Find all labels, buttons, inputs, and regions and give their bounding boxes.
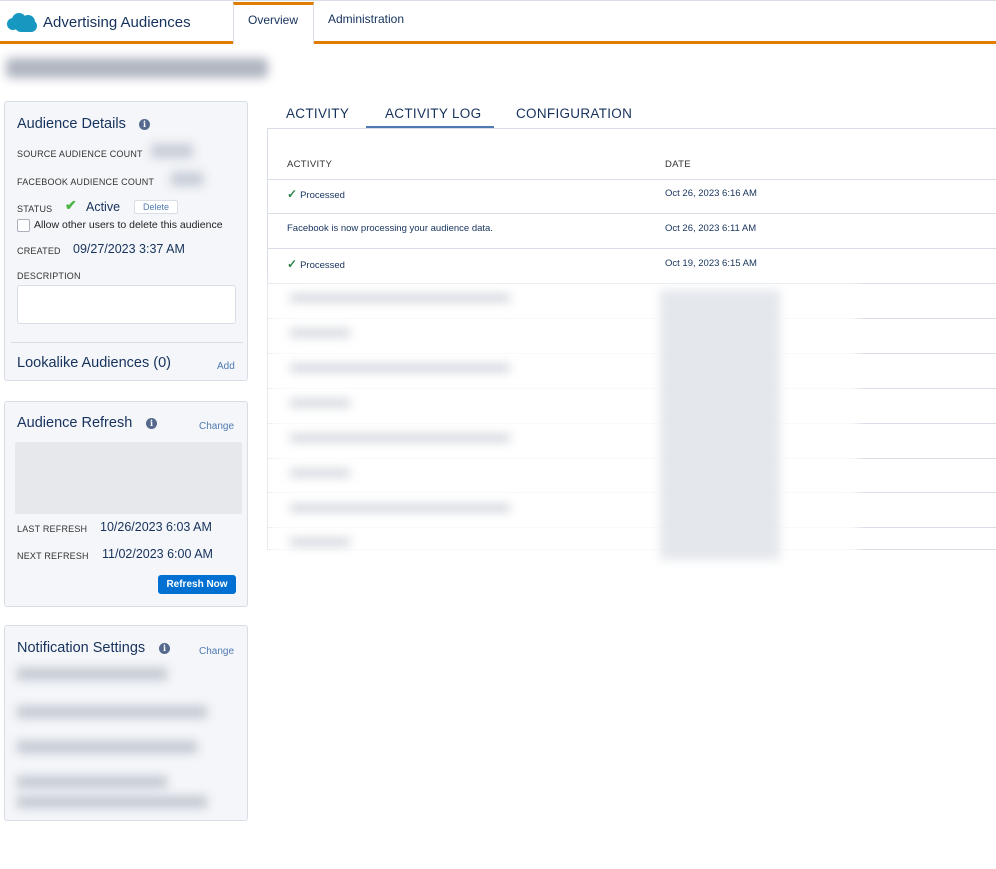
table-row-date: Oct 26, 2023 6:11 AM bbox=[665, 223, 757, 234]
redacted-row bbox=[290, 434, 510, 442]
redacted-row bbox=[290, 294, 510, 302]
audience-details-panel: Audience Details i SOURCE AUDIENCE COUNT… bbox=[4, 101, 248, 381]
redacted-row bbox=[290, 329, 350, 337]
change-notifications-link[interactable]: Change bbox=[199, 646, 234, 657]
next-refresh-label: NEXT REFRESH bbox=[17, 551, 89, 561]
refresh-schedule-redacted bbox=[15, 442, 242, 514]
audience-refresh-title: Audience Refresh bbox=[17, 415, 133, 431]
refresh-now-button[interactable]: Refresh Now bbox=[158, 575, 236, 594]
facebook-count-label: FACEBOOK AUDIENCE COUNT bbox=[17, 177, 155, 187]
redacted-row bbox=[290, 504, 510, 512]
delete-button[interactable]: Delete bbox=[134, 200, 178, 214]
created-value: 09/27/2023 3:37 AM bbox=[73, 242, 185, 256]
check-icon: ✓ bbox=[287, 187, 298, 201]
lookalike-audiences-title: Lookalike Audiences (0) bbox=[17, 355, 171, 371]
record-name-redacted bbox=[6, 58, 268, 78]
facebook-count-redacted bbox=[171, 172, 203, 186]
tab-activity[interactable]: ACTIVITY bbox=[286, 106, 349, 121]
column-header-activity: ACTIVITY bbox=[287, 159, 333, 170]
audience-refresh-panel: Audience Refresh i Change LAST REFRESH 1… bbox=[4, 401, 248, 607]
redacted-row bbox=[290, 469, 350, 477]
table-row-activity: ✓ Processed bbox=[287, 187, 345, 201]
audience-details-title: Audience Details bbox=[17, 116, 126, 132]
status-value: Active bbox=[86, 200, 121, 214]
app-brand[interactable]: Advertising Audiences bbox=[6, 9, 191, 35]
last-refresh-value: 10/26/2023 6:03 AM bbox=[100, 520, 212, 534]
salesforce-cloud-icon bbox=[6, 11, 38, 33]
row-divider bbox=[268, 248, 996, 249]
tab-activity-log[interactable]: ACTIVITY LOG bbox=[385, 106, 481, 121]
notification-redacted bbox=[17, 796, 207, 808]
created-label: CREATED bbox=[17, 246, 61, 256]
redacted-row bbox=[290, 538, 350, 546]
info-icon[interactable]: i bbox=[139, 119, 150, 130]
notification-redacted bbox=[17, 706, 207, 718]
redacted-row bbox=[290, 364, 510, 372]
redacted-dates bbox=[660, 290, 780, 560]
redacted-row bbox=[290, 399, 350, 407]
notification-redacted bbox=[17, 776, 167, 788]
notification-redacted bbox=[17, 668, 167, 680]
notification-redacted bbox=[17, 741, 197, 753]
row-divider bbox=[268, 179, 996, 180]
info-icon[interactable]: i bbox=[159, 643, 170, 654]
divider bbox=[11, 342, 243, 343]
tab-overview[interactable]: Overview bbox=[233, 2, 314, 44]
source-count-redacted bbox=[151, 144, 193, 158]
change-refresh-link[interactable]: Change bbox=[199, 421, 234, 432]
row-divider bbox=[268, 213, 996, 214]
column-header-date: DATE bbox=[665, 159, 691, 170]
table-row-activity: Facebook is now processing your audience… bbox=[287, 223, 493, 234]
allow-delete-checkbox[interactable] bbox=[17, 219, 30, 232]
table-row-date: Oct 26, 2023 6:16 AM bbox=[665, 188, 757, 199]
info-icon[interactable]: i bbox=[146, 418, 157, 429]
source-count-label: SOURCE AUDIENCE COUNT bbox=[17, 149, 143, 159]
notification-settings-panel: Notification Settings i Change bbox=[4, 625, 248, 821]
table-row-date: Oct 19, 2023 6:15 AM bbox=[665, 258, 757, 269]
allow-delete-label: Allow other users to delete this audienc… bbox=[34, 219, 223, 231]
last-refresh-label: LAST REFRESH bbox=[17, 524, 88, 534]
app-header: Advertising Audiences bbox=[0, 0, 996, 44]
notification-settings-title: Notification Settings bbox=[17, 640, 146, 656]
add-lookalike-link[interactable]: Add bbox=[217, 361, 235, 372]
tab-configuration[interactable]: CONFIGURATION bbox=[516, 106, 632, 121]
next-refresh-value: 11/02/2023 6:00 AM bbox=[102, 547, 213, 561]
check-icon: ✔ bbox=[65, 197, 77, 213]
tab-administration[interactable]: Administration bbox=[314, 2, 418, 41]
app-name: Advertising Audiences bbox=[43, 13, 191, 31]
check-icon: ✓ bbox=[287, 257, 298, 271]
description-field[interactable] bbox=[17, 285, 236, 324]
status-label: STATUS bbox=[17, 204, 53, 214]
description-label: DESCRIPTION bbox=[17, 271, 81, 281]
table-row-activity: ✓ Processed bbox=[287, 257, 345, 271]
